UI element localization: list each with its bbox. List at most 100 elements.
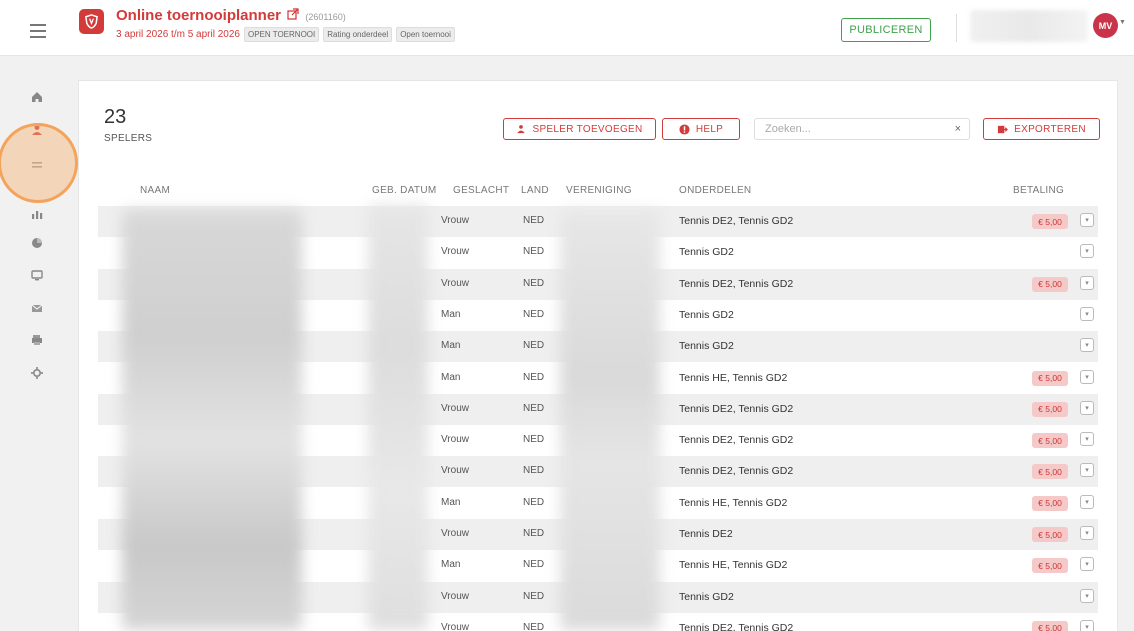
payment-badge: € 5,00 <box>1032 558 1068 574</box>
export-button[interactable]: EXPORTEREN <box>983 118 1100 140</box>
cell-onderdelen: Tennis DE2, Tennis GD2 <box>679 402 794 415</box>
cell-geslacht: Vrouw <box>441 590 469 602</box>
player-count: 23 <box>104 106 127 128</box>
cell-geslacht: Vrouw <box>441 434 469 446</box>
cell-geslacht: Man <box>441 371 461 383</box>
payment-badge: € 5,00 <box>1032 214 1068 229</box>
column-header-betaling[interactable]: BETALING <box>1013 185 1064 196</box>
payment-badge: € 5,00 <box>1032 527 1068 542</box>
home-icon[interactable] <box>0 83 74 111</box>
click-highlight <box>0 123 78 203</box>
tournament-id: (2601160) <box>305 12 346 22</box>
cell-geslacht: Man <box>441 340 461 352</box>
mail-icon[interactable] <box>0 294 74 322</box>
clear-search-icon[interactable]: × <box>955 119 961 139</box>
cell-land: NED <box>523 621 545 631</box>
cell-onderdelen: Tennis HE, Tennis GD2 <box>679 496 788 509</box>
column-header-land[interactable]: LAND <box>521 185 549 196</box>
row-dropdown-icon[interactable]: ▾ <box>1080 275 1094 290</box>
blurred-names <box>122 210 302 630</box>
payment-badge: € 5,00 <box>1032 464 1068 480</box>
chevron-down-icon[interactable]: ▼ <box>1119 19 1126 26</box>
cell-onderdelen: Tennis HE, Tennis GD2 <box>679 371 788 384</box>
add-user-icon <box>517 125 526 134</box>
player-count-label: SPELERS <box>104 133 153 144</box>
blurred-clubs <box>560 210 660 630</box>
row-dropdown-icon[interactable]: ▾ <box>1080 494 1094 509</box>
row-dropdown-icon[interactable]: ▾ <box>1080 557 1094 572</box>
cell-geslacht: Vrouw <box>441 277 469 289</box>
menu-icon[interactable] <box>30 24 46 38</box>
search-input[interactable]: Zoeken... × <box>754 118 970 140</box>
badge-open-toernooi: OPEN TOERNOOI <box>243 27 320 42</box>
cell-land: NED <box>523 402 545 414</box>
badge-rating-onderdeel: Rating onderdeel <box>323 27 393 42</box>
cell-land: NED <box>523 308 545 320</box>
dates-text: 3 april 2026 t/m 5 april 2026 <box>116 29 240 40</box>
search-placeholder: Zoeken... <box>765 123 811 135</box>
top-bar: Online toernooiplanner (2601160) 3 april… <box>0 0 1134 56</box>
cell-geslacht: Man <box>441 308 461 320</box>
export-label: EXPORTEREN <box>1014 123 1086 135</box>
app-title-text: Online toernooiplanner <box>116 7 282 24</box>
row-dropdown-icon[interactable]: ▾ <box>1080 213 1094 227</box>
row-dropdown-icon[interactable]: ▾ <box>1080 526 1094 540</box>
add-player-button[interactable]: SPELER TOEVOEGEN <box>503 118 656 140</box>
cell-onderdelen: Tennis DE2, Tennis GD2 <box>679 277 794 290</box>
cell-onderdelen: Tennis DE2, Tennis GD2 <box>679 434 794 447</box>
cell-land: NED <box>523 434 545 446</box>
publish-button[interactable]: PUBLICEREN <box>841 18 931 42</box>
cell-geslacht: Vrouw <box>441 528 469 539</box>
blurred-birthdates <box>368 205 428 630</box>
cell-onderdelen: Tennis DE2, Tennis GD2 <box>679 215 794 227</box>
payment-badge: € 5,00 <box>1032 370 1068 386</box>
help-label: HELP <box>695 123 724 135</box>
tournament-dates: 3 april 2026 t/m 5 april 2026 OPEN TOERN… <box>116 27 455 42</box>
column-header-geslacht[interactable]: GESLACHT <box>453 185 509 196</box>
gear-icon[interactable] <box>0 359 74 387</box>
user-name-blurred <box>970 10 1088 42</box>
sidebar <box>0 57 78 631</box>
print-icon[interactable] <box>0 326 74 354</box>
row-dropdown-icon[interactable]: ▾ <box>1080 244 1094 259</box>
cell-land: NED <box>523 371 545 383</box>
column-header-geb-datum[interactable]: GEB. DATUM <box>372 185 436 196</box>
monitor-icon[interactable] <box>0 261 74 289</box>
divider <box>956 14 957 42</box>
row-dropdown-icon[interactable]: ▾ <box>1080 588 1094 603</box>
help-button[interactable]: HELP <box>662 118 740 140</box>
cell-onderdelen: Tennis DE2, Tennis GD2 <box>679 465 794 478</box>
external-link-icon[interactable] <box>287 8 299 23</box>
avatar[interactable]: MV <box>1093 13 1118 38</box>
cell-onderdelen: Tennis DE2, Tennis GD2 <box>679 621 794 631</box>
info-icon <box>679 123 690 135</box>
cell-onderdelen: Tennis HE, Tennis GD2 <box>679 559 788 572</box>
badge-open-toernooi-2: Open toernooi <box>396 27 455 42</box>
column-header-onderdelen[interactable]: ONDERDELEN <box>679 185 751 196</box>
row-dropdown-icon[interactable]: ▾ <box>1080 463 1094 478</box>
row-dropdown-icon[interactable]: ▾ <box>1080 432 1094 447</box>
cell-onderdelen: Tennis GD2 <box>679 340 734 353</box>
payment-badge: € 5,00 <box>1032 433 1068 449</box>
row-dropdown-icon[interactable]: ▾ <box>1080 306 1094 321</box>
pie-icon[interactable] <box>0 229 74 257</box>
payment-badge: € 5,00 <box>1032 620 1068 631</box>
chart-icon[interactable] <box>0 200 74 228</box>
row-dropdown-icon[interactable]: ▾ <box>1080 338 1094 353</box>
add-player-label: SPELER TOEVOEGEN <box>532 123 643 135</box>
row-dropdown-icon[interactable]: ▾ <box>1080 400 1094 415</box>
cell-onderdelen: Tennis GD2 <box>679 590 734 603</box>
row-dropdown-icon[interactable]: ▾ <box>1080 369 1094 384</box>
cell-land: NED <box>523 340 545 352</box>
cell-geslacht: Vrouw <box>441 465 469 477</box>
cell-onderdelen: Tennis GD2 <box>679 246 734 259</box>
column-header-vereniging[interactable]: VERENIGING <box>566 185 632 196</box>
app-logo <box>79 9 104 34</box>
app-title[interactable]: Online toernooiplanner (2601160) <box>116 7 346 24</box>
row-dropdown-icon[interactable]: ▾ <box>1080 619 1094 631</box>
cell-land: NED <box>523 590 545 602</box>
column-header-naam[interactable]: NAAM <box>140 185 170 196</box>
cell-land: NED <box>523 528 545 539</box>
cell-land: NED <box>523 277 545 289</box>
cell-land: NED <box>523 465 545 477</box>
